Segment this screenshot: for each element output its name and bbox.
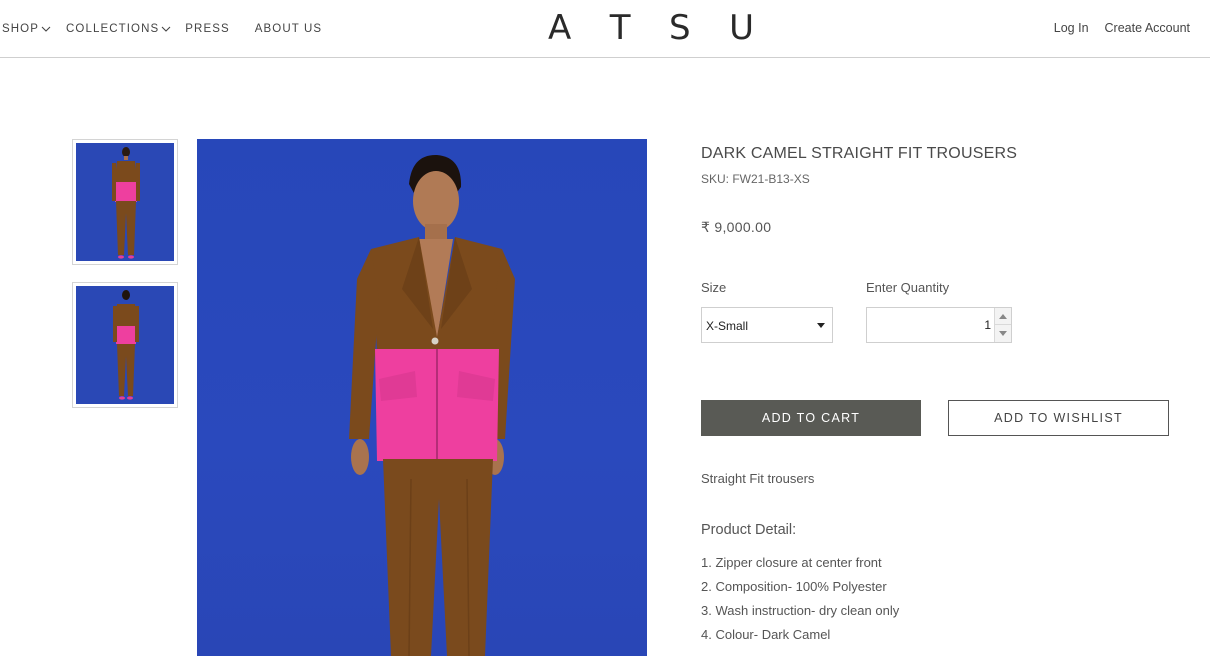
nav-press[interactable]: PRESS bbox=[185, 23, 230, 35]
nav-about-us[interactable]: ABOUT US bbox=[255, 23, 322, 35]
nav-press-label: PRESS bbox=[185, 23, 230, 35]
product-detail-list: 1. Zipper closure at center front 2. Com… bbox=[701, 556, 899, 652]
nav-collections-label: COLLECTIONS bbox=[66, 23, 160, 35]
decrement-button[interactable] bbox=[995, 325, 1011, 342]
detail-item: 4. Colour- Dark Camel bbox=[701, 627, 831, 642]
arrow-down-icon bbox=[999, 331, 1007, 336]
login-link[interactable]: Log In bbox=[1054, 21, 1089, 35]
thumbnail-image bbox=[76, 286, 174, 404]
product-detail-heading: Product Detail: bbox=[701, 522, 797, 538]
logo-letter: A bbox=[548, 8, 572, 48]
thumbnail-back[interactable] bbox=[72, 282, 178, 408]
add-to-wishlist-button[interactable]: ADD TO WISHLIST bbox=[948, 400, 1169, 436]
size-select[interactable]: X-Small bbox=[701, 307, 833, 343]
main-nav: SHOP COLLECTIONS PRESS ABOUT US bbox=[0, 0, 322, 58]
thumbnail-front[interactable] bbox=[72, 139, 178, 265]
quantity-spinner bbox=[994, 308, 1011, 342]
size-selected-value: X-Small bbox=[706, 319, 749, 333]
product-description: Straight Fit trousers bbox=[701, 471, 815, 486]
nav-shop[interactable]: SHOP bbox=[2, 23, 51, 35]
nav-collections[interactable]: COLLECTIONS bbox=[66, 23, 171, 35]
quantity-value: 1 bbox=[984, 318, 991, 332]
product-sku: SKU: FW21-B13-XS bbox=[701, 172, 810, 186]
size-label: Size bbox=[701, 280, 727, 295]
arrow-up-icon bbox=[999, 314, 1007, 319]
chevron-down-icon bbox=[41, 26, 51, 32]
thumbnail-image bbox=[76, 143, 174, 261]
nav-shop-label: SHOP bbox=[2, 23, 39, 35]
model-figure bbox=[349, 154, 515, 656]
quantity-label: Enter Quantity bbox=[866, 280, 950, 295]
create-account-link[interactable]: Create Account bbox=[1105, 21, 1190, 35]
nav-about-label: ABOUT US bbox=[254, 23, 323, 35]
add-to-cart-button[interactable]: ADD TO CART bbox=[701, 400, 921, 436]
chevron-down-icon bbox=[161, 26, 171, 32]
increment-button[interactable] bbox=[995, 308, 1011, 325]
model-back-figure bbox=[113, 290, 139, 400]
logo-letter: T bbox=[609, 8, 631, 48]
product-title: DARK CAMEL STRAIGHT FIT TROUSERS bbox=[701, 145, 1018, 162]
product-price: ₹ 9,000.00 bbox=[701, 219, 772, 235]
account-links: Log In Create Account bbox=[1038, 0, 1190, 55]
brand-logo[interactable]: A T S U bbox=[548, 10, 754, 46]
main-product-image[interactable] bbox=[197, 139, 647, 656]
site-header: SHOP COLLECTIONS PRESS ABOUT US A T S U … bbox=[0, 0, 1210, 58]
model-front-figure bbox=[112, 147, 140, 259]
quantity-stepper[interactable]: 1 bbox=[866, 307, 1012, 343]
caret-down-icon bbox=[817, 323, 825, 328]
detail-item: 3. Wash instruction- dry clean only bbox=[701, 603, 900, 618]
logo-letter: S bbox=[669, 8, 691, 48]
detail-item: 1. Zipper closure at center front bbox=[701, 555, 882, 570]
logo-letter: U bbox=[729, 8, 754, 48]
detail-item: 2. Composition- 100% Polyester bbox=[701, 579, 887, 594]
